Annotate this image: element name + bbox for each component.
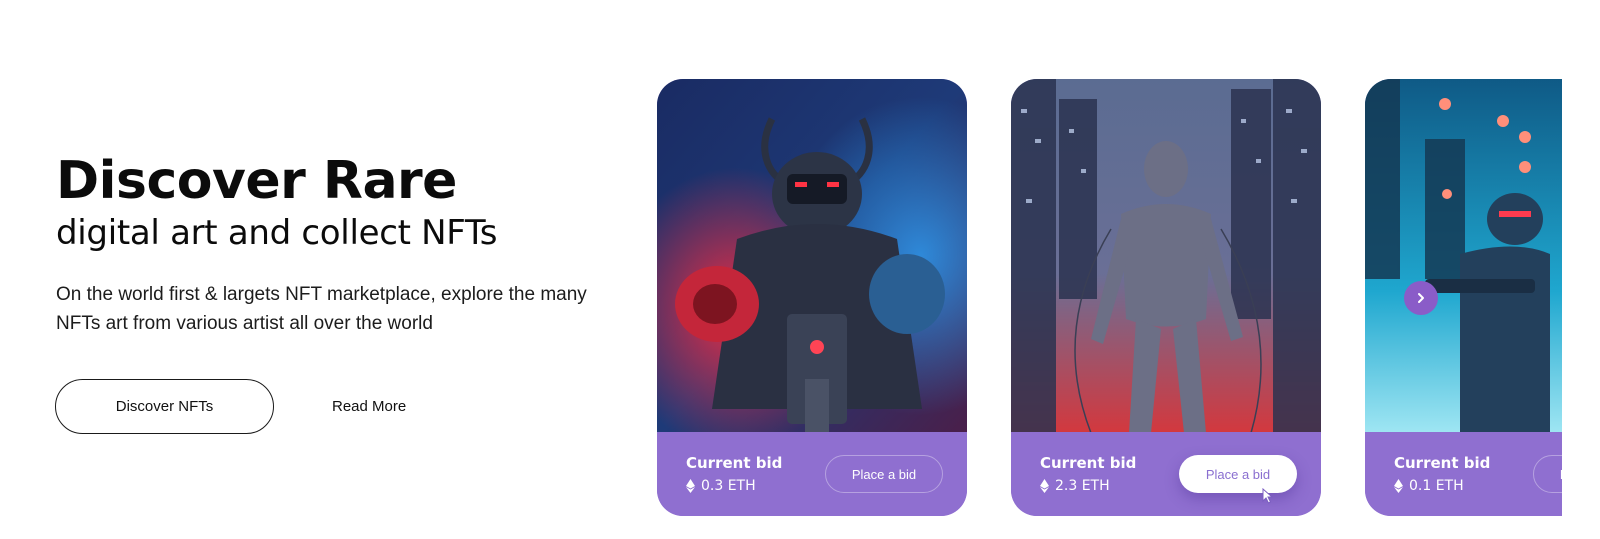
carousel-next-button[interactable] — [1404, 281, 1438, 315]
card-footer: Current bid 0.3 ETH Place a bid — [657, 432, 967, 516]
hero-subtitle: digital art and collect NFTs — [56, 213, 498, 253]
current-bid-label: Current bid — [1040, 454, 1137, 472]
ethereum-icon — [686, 479, 695, 493]
read-more-link[interactable]: Read More — [332, 398, 406, 415]
ethereum-icon — [1394, 479, 1403, 493]
current-bid-value: 0.3 ETH — [686, 478, 756, 494]
nft-artwork-image — [1365, 79, 1562, 433]
bid-amount: 0.3 ETH — [701, 478, 756, 494]
bid-amount: 2.3 ETH — [1055, 478, 1110, 494]
current-bid-value: 0.1 ETH — [1394, 478, 1464, 494]
hero-actions: Discover NFTs Read More — [55, 379, 406, 434]
place-bid-button[interactable]: Place a bid — [1179, 455, 1297, 493]
discover-nfts-button[interactable]: Discover NFTs — [55, 379, 274, 434]
ethereum-icon — [1040, 479, 1049, 493]
current-bid-label: Current bid — [1394, 454, 1491, 472]
card-footer: Current bid 2.3 ETH Place a bid — [1011, 432, 1321, 516]
nft-card[interactable]: Current bid 0.1 ETH Place a bid — [1365, 79, 1562, 516]
bid-amount: 0.1 ETH — [1409, 478, 1464, 494]
hero-title: Discover Rare — [56, 151, 457, 211]
chevron-right-icon — [1418, 293, 1424, 303]
mouse-cursor-icon — [1262, 488, 1274, 504]
place-bid-button[interactable]: Place a bid — [825, 455, 943, 493]
nft-artwork-image — [1011, 79, 1321, 433]
current-bid-label: Current bid — [686, 454, 783, 472]
card-footer: Current bid 0.1 ETH Place a bid — [1365, 432, 1562, 516]
nft-card[interactable]: Current bid 0.3 ETH Place a bid — [657, 79, 967, 516]
place-bid-button[interactable]: Place a bid — [1533, 455, 1562, 493]
hero-section: Discover Rare digital art and collect NF… — [56, 150, 636, 338]
current-bid-value: 2.3 ETH — [1040, 478, 1110, 494]
hero-description: On the world first & largets NFT marketp… — [56, 284, 587, 334]
nft-artwork-image — [657, 79, 967, 433]
nft-card[interactable]: Current bid 2.3 ETH Place a bid — [1011, 79, 1321, 516]
